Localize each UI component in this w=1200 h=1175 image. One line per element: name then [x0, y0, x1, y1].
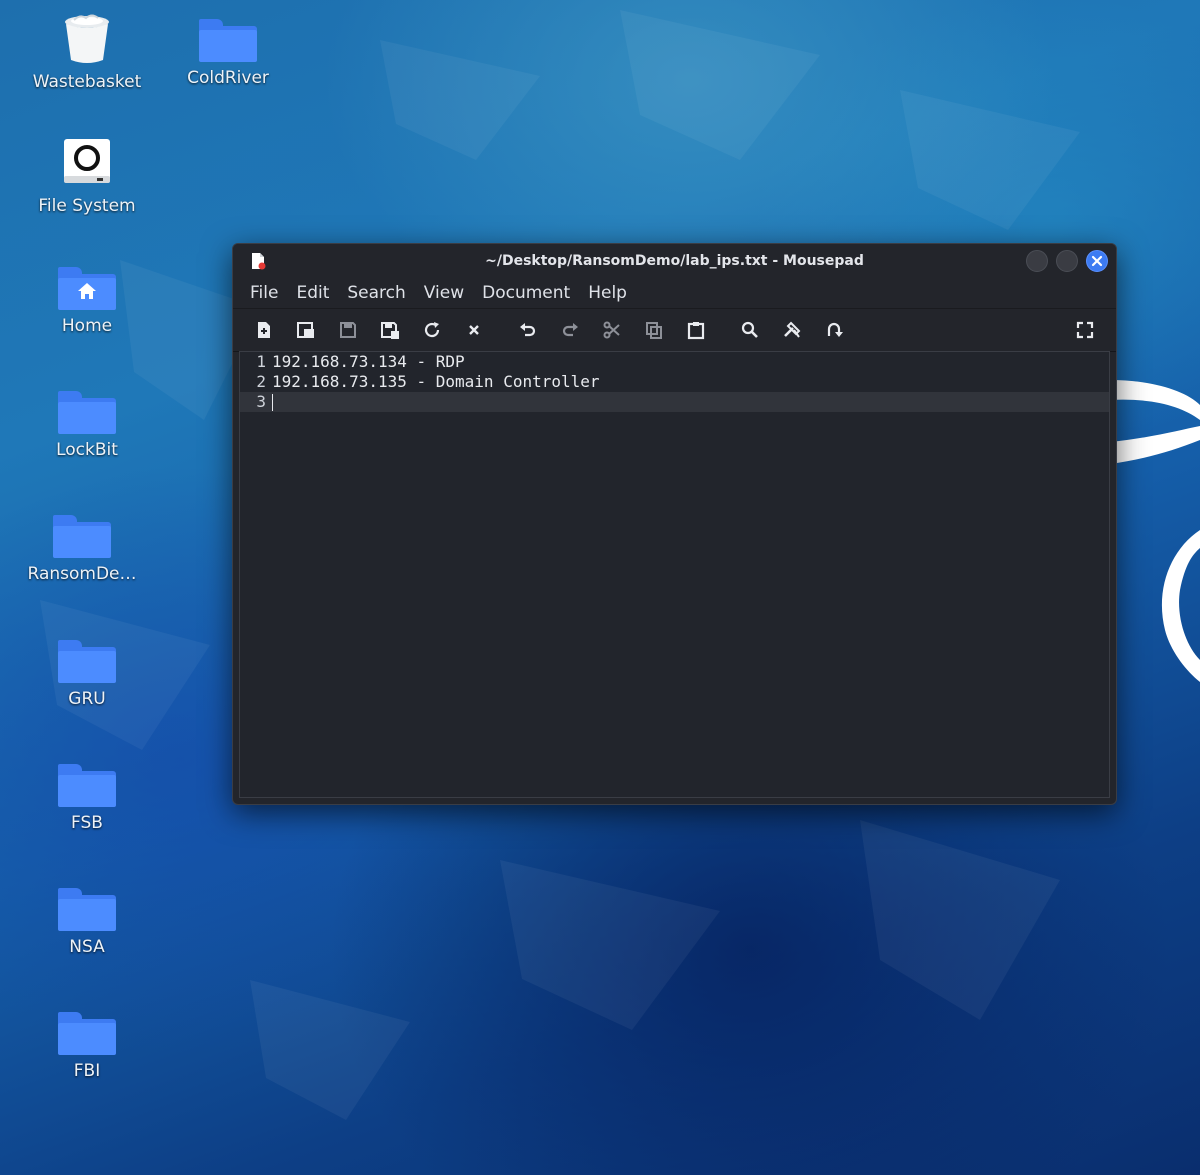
desktop-icon-label: RansomDe…	[27, 564, 137, 584]
menu-edit[interactable]: Edit	[287, 278, 338, 308]
home-folder-icon	[58, 267, 116, 310]
desktop-icon-label: LockBit	[56, 440, 118, 460]
line-text: 192.168.73.135 - Domain Controller	[272, 372, 600, 391]
go-to-line-icon	[827, 322, 843, 337]
toolbar	[233, 309, 1116, 352]
line-number: 2	[256, 372, 266, 391]
undo-icon	[520, 323, 536, 337]
desktop-icon-file-system[interactable]: File System	[22, 136, 152, 216]
desktop-icon-label: FSB	[71, 813, 103, 833]
desktop-icon-fsb[interactable]: FSB	[22, 757, 152, 833]
mousepad-window: ~/Desktop/RansomDemo/lab_ips.txt - Mouse…	[232, 243, 1117, 805]
folder-icon	[58, 391, 116, 434]
menu-search[interactable]: Search	[338, 278, 414, 308]
undo-button[interactable]	[507, 313, 549, 347]
close-button[interactable]	[1086, 250, 1108, 272]
close-icon	[1091, 255, 1103, 267]
copy-icon	[646, 322, 662, 339]
drive-icon	[64, 139, 110, 183]
menu-file[interactable]: File	[241, 278, 287, 308]
paste-icon	[687, 322, 705, 340]
line-text: 192.168.73.134 - RDP	[272, 352, 465, 371]
save-icon	[340, 322, 356, 338]
cut-icon	[603, 321, 620, 339]
menu-help[interactable]: Help	[579, 278, 636, 308]
editor-line-current: 3	[240, 392, 1109, 412]
line-number: 1	[256, 352, 266, 371]
menu-document[interactable]: Document	[473, 278, 579, 308]
desktop-icon-lockbit[interactable]: LockBit	[22, 384, 152, 460]
desktop-icon-coldriver[interactable]: ColdRiver	[163, 12, 293, 88]
save-as-button[interactable]	[369, 313, 411, 347]
line-number: 3	[256, 392, 266, 411]
desktop-icon-fbi[interactable]: FBI	[22, 1005, 152, 1081]
editor-line: 1 192.168.73.134 - RDP	[240, 352, 1109, 372]
cut-button[interactable]	[591, 313, 633, 347]
folder-icon	[58, 888, 116, 931]
desktop-icon-label: Wastebasket	[32, 72, 142, 92]
folder-icon	[53, 515, 111, 558]
window-title: ~/Desktop/RansomDemo/lab_ips.txt - Mouse…	[485, 253, 864, 269]
find-replace-button[interactable]	[771, 313, 813, 347]
close-document-icon	[469, 325, 479, 335]
desktop-icon-wastebasket[interactable]: Wastebasket	[22, 12, 152, 92]
fullscreen-button[interactable]	[1064, 313, 1106, 347]
new-window-icon	[297, 322, 314, 338]
folder-icon	[58, 1012, 116, 1055]
desktop-icon-gru[interactable]: GRU	[22, 633, 152, 709]
desktop-icon-home[interactable]: Home	[22, 260, 152, 336]
save-as-icon	[381, 322, 399, 339]
find-icon	[741, 321, 758, 338]
home-icon	[78, 283, 96, 299]
folder-icon	[58, 764, 116, 807]
new-document-button[interactable]	[243, 313, 285, 347]
desktop-icon-label: FBI	[73, 1061, 101, 1081]
save-button[interactable]	[327, 313, 369, 347]
title-bar[interactable]: ~/Desktop/RansomDemo/lab_ips.txt - Mouse…	[233, 244, 1116, 278]
desktop-icon-label: ColdRiver	[187, 68, 269, 88]
paste-button[interactable]	[675, 313, 717, 347]
find-button[interactable]	[729, 313, 771, 347]
fullscreen-icon	[1076, 321, 1094, 339]
new-document-icon	[258, 322, 270, 338]
trash-icon	[65, 14, 109, 63]
text-cursor	[272, 394, 273, 411]
maximize-button[interactable]	[1056, 250, 1078, 272]
desktop-icon-nsa[interactable]: NSA	[22, 881, 152, 957]
new-window-button[interactable]	[285, 313, 327, 347]
reload-button[interactable]	[411, 313, 453, 347]
copy-button[interactable]	[633, 313, 675, 347]
find-replace-icon	[784, 321, 801, 338]
desktop-icon-label: File System	[38, 196, 136, 216]
close-document-button[interactable]	[453, 313, 495, 347]
desktop-icon-ransomdemo[interactable]: RansomDe…	[17, 508, 147, 584]
menu-bar: File Edit Search View Document Help	[233, 278, 1116, 309]
folder-icon	[199, 19, 257, 62]
go-to-line-button[interactable]	[813, 313, 855, 347]
desktop-icon-label: NSA	[69, 937, 105, 957]
folder-icon	[58, 640, 116, 683]
reload-icon	[424, 322, 440, 338]
redo-icon	[562, 323, 578, 337]
menu-view[interactable]: View	[415, 278, 473, 308]
minimize-button[interactable]	[1026, 250, 1048, 272]
wallpaper-logo-fragment	[1110, 380, 1200, 682]
editor-line: 2 192.168.73.135 - Domain Controller	[240, 372, 1109, 392]
desktop-icon-label: Home	[61, 316, 113, 336]
desktop-icon-label: GRU	[68, 689, 106, 709]
redo-button[interactable]	[549, 313, 591, 347]
text-editor[interactable]: 1 192.168.73.134 - RDP 2 192.168.73.135 …	[239, 351, 1110, 798]
